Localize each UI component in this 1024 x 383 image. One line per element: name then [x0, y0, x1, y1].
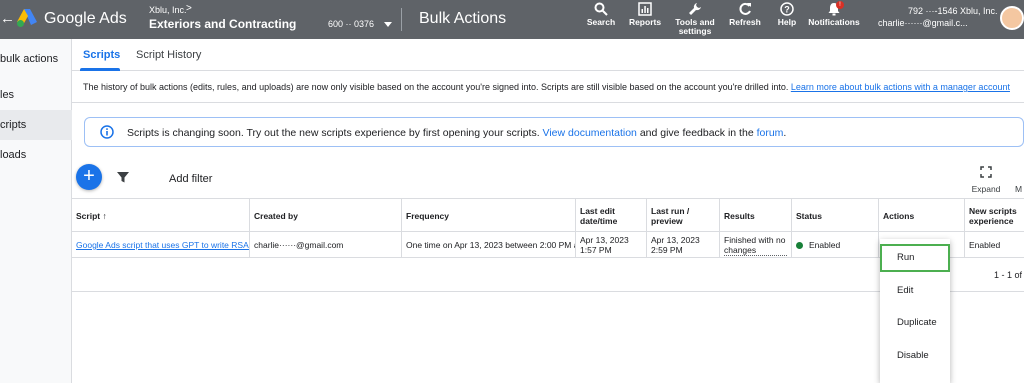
column-header-status[interactable]: Status	[791, 199, 878, 232]
history-notice-text: The history of bulk actions (edits, rule…	[83, 82, 791, 92]
expand-label: Expand	[971, 184, 1001, 194]
notification-badge: !	[836, 1, 844, 9]
banner-text-1: Scripts is changing soon. Try out the ne…	[127, 127, 543, 139]
sidebar-item-rules[interactable]: les	[0, 80, 72, 110]
avatar[interactable]	[1000, 6, 1024, 30]
script-name-cell: Google Ads script that uses GPT to write…	[72, 232, 249, 258]
sidebar-item-bulk-actions[interactable]: bulk actions	[0, 44, 72, 74]
expand-icon	[980, 166, 992, 178]
column-header-last-run[interactable]: Last run / preview	[646, 199, 719, 232]
banner-text-3: .	[783, 127, 787, 139]
reports-label: Reports	[628, 17, 662, 27]
expand-button[interactable]: Expand	[968, 166, 1004, 194]
account-parent[interactable]: Xblu, Inc.	[149, 5, 187, 15]
last-run-cell: Apr 13, 2023 2:59 PM	[646, 232, 719, 258]
search-icon	[594, 2, 608, 16]
status-dot-icon	[796, 241, 803, 249]
last-edit-cell: Apr 13, 2023 1:57 PM	[575, 232, 646, 258]
status-cell: Enabled	[791, 232, 878, 258]
tab-bar: Scripts Script History	[72, 39, 1024, 71]
caret-down-icon[interactable]	[383, 19, 393, 29]
forum-link[interactable]: forum	[757, 127, 784, 139]
sidebar-item-scripts[interactable]: cripts	[0, 110, 72, 140]
results-cell: Finished with no changes	[719, 232, 791, 258]
add-filter-button[interactable]: Add filter	[169, 173, 212, 185]
tab-script-history[interactable]: Script History	[136, 49, 201, 61]
account-id: 600 ·· 0376	[328, 19, 375, 29]
help-button[interactable]: ? Help	[774, 2, 800, 27]
column-header-new-experience[interactable]: New scripts experience	[964, 199, 1024, 232]
sidebar: bulk actions les cripts loads	[0, 39, 72, 383]
product-name[interactable]: Google Ads	[44, 10, 127, 28]
actions-menu: Run Edit Duplicate Disable	[880, 239, 950, 383]
help-icon: ?	[780, 2, 794, 16]
google-ads-logo-icon[interactable]	[16, 8, 38, 28]
column-header-frequency[interactable]: Frequency	[401, 199, 575, 232]
add-script-button[interactable]: +	[76, 164, 102, 190]
page-title: Bulk Actions	[419, 10, 507, 27]
refresh-icon	[739, 2, 751, 15]
topbar-divider	[401, 8, 402, 31]
wrench-icon	[689, 3, 701, 15]
column-header-last-edit[interactable]: Last edit date/time	[575, 199, 646, 232]
reports-icon	[638, 2, 652, 16]
sidebar-item-uploads[interactable]: loads	[0, 140, 72, 170]
created-by-cell: charlie······@gmail.com	[249, 232, 401, 258]
reports-button[interactable]: Reports	[627, 2, 663, 27]
info-banner: Scripts is changing soon. Try out the ne…	[84, 117, 1024, 147]
account-name[interactable]: Exteriors and Contracting	[149, 17, 296, 31]
column-header-script[interactable]: Script ↑	[72, 199, 249, 232]
notifications-label: Notifications	[808, 17, 860, 27]
refresh-label: Refresh	[729, 17, 761, 27]
tools-and-settings-label: Tools and settings	[675, 17, 715, 36]
column-header-actions: Actions	[878, 199, 964, 232]
pagination-summary: 1 - 1 of	[994, 270, 1023, 280]
menu-item-duplicate[interactable]: Duplicate	[880, 309, 950, 337]
chevron-right-icon: >	[186, 3, 192, 14]
search-button[interactable]: Search	[586, 2, 616, 27]
banner-text: Scripts is changing soon. Try out the ne…	[127, 127, 786, 139]
new-experience-cell: Enabled	[964, 232, 1024, 258]
tools-and-settings-button[interactable]: Tools and settings	[672, 2, 718, 36]
help-label: Help	[777, 17, 797, 27]
menu-item-edit[interactable]: Edit	[880, 277, 950, 305]
user-email[interactable]: charlie······@gmail.c...	[878, 18, 968, 28]
table-header: Script ↑ Created by Frequency Last edit …	[72, 198, 1024, 232]
divider	[72, 102, 1024, 103]
results-link[interactable]: Finished with no changes	[724, 235, 787, 256]
more-button[interactable]: M	[1015, 184, 1022, 194]
info-icon	[100, 125, 114, 139]
active-tab-indicator	[80, 68, 120, 71]
status-label: Enabled	[809, 240, 841, 250]
learn-more-link[interactable]: Learn more about bulk actions with a man…	[791, 82, 1010, 92]
history-notice: The history of bulk actions (edits, rule…	[83, 82, 1010, 92]
filter-icon[interactable]	[116, 170, 130, 184]
menu-item-disable[interactable]: Disable	[880, 342, 950, 370]
column-header-created-by[interactable]: Created by	[249, 199, 401, 232]
top-app-bar: ← Google Ads Xblu, Inc. > Exteriors and …	[0, 0, 1024, 39]
notifications-button[interactable]: ! Notifications	[806, 1, 862, 27]
banner-text-2: and give feedback in the	[636, 127, 757, 139]
back-arrow-icon[interactable]: ←	[0, 10, 15, 27]
search-label: Search	[586, 17, 616, 27]
menu-item-run[interactable]: Run	[880, 244, 950, 272]
refresh-button[interactable]: Refresh	[726, 2, 764, 27]
customer-account[interactable]: 792 ···-1546 Xblu, Inc.	[908, 6, 998, 16]
tab-scripts[interactable]: Scripts	[83, 49, 120, 61]
view-documentation-link[interactable]: View documentation	[543, 127, 637, 139]
column-header-results[interactable]: Results	[719, 199, 791, 232]
frequency-cell: One time on Apr 13, 2023 between 2:00 PM…	[401, 232, 575, 258]
svg-text:?: ?	[784, 5, 790, 15]
script-name-link[interactable]: Google Ads script that uses GPT to write…	[76, 240, 249, 250]
